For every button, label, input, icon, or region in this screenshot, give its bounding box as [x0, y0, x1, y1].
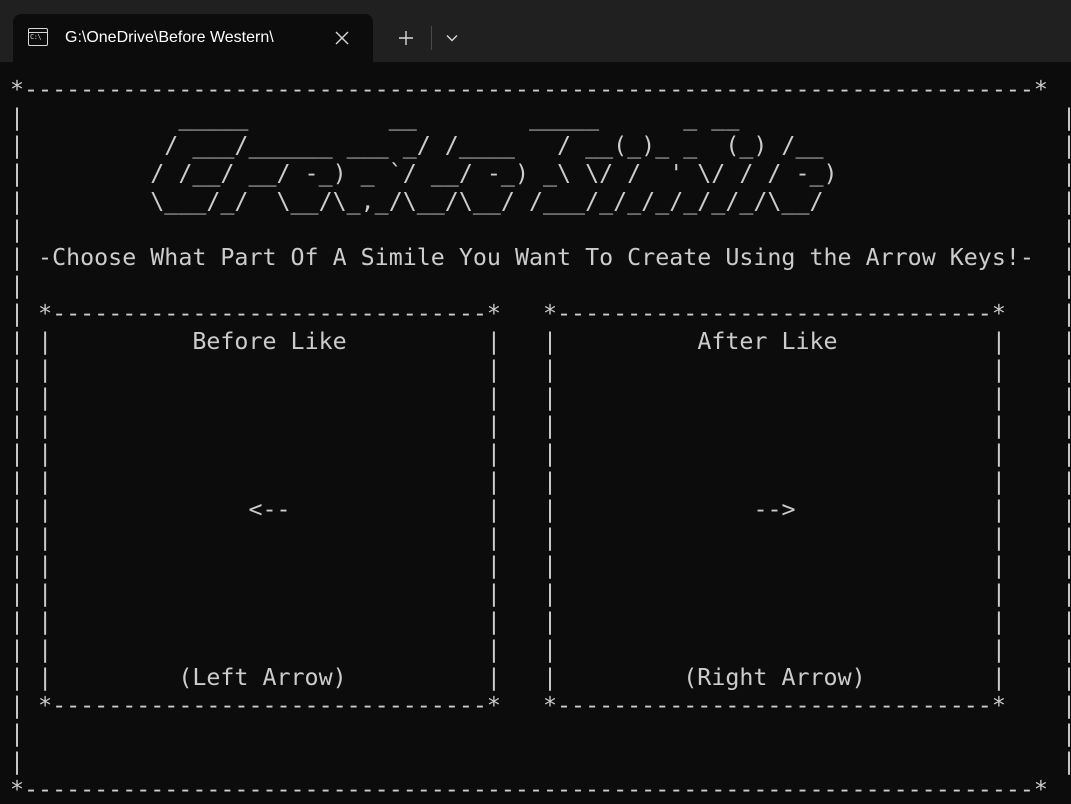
close-icon[interactable] — [329, 25, 355, 51]
tab-separator — [431, 26, 432, 50]
terminal-line: | | Before Like | | After Like | | — [10, 328, 1071, 355]
terminal-screen: *---------------------------------------… — [10, 76, 1071, 804]
terminal-line: | | — [10, 720, 1071, 747]
terminal-line: *---------------------------------------… — [10, 776, 1048, 803]
logo-line: \___/_/ \__/\_,_/\__/\__/ /___/_/_/_/_/_… — [24, 188, 1062, 215]
terminal-line: *---------------------------------------… — [10, 76, 1048, 103]
terminal-line: | | — [10, 748, 1071, 775]
logo-line: / ___/______ ___ _/ /____ / __(_)_ _ (_)… — [24, 132, 1062, 159]
chevron-down-icon[interactable] — [437, 22, 467, 54]
terminal-line: | | | | | | — [10, 580, 1071, 607]
after-like-title: After Like — [697, 328, 838, 355]
logo-line: / /__/ __/ -_) _ `/ __/ -_) _\ \/ / ' \/… — [24, 160, 1062, 187]
terminal-line: | | | | | | — [10, 356, 1071, 383]
terminal-line: | | — [10, 272, 1071, 299]
terminal-icon: C:\ — [28, 28, 48, 46]
terminal-line: | | | | | | — [10, 384, 1071, 411]
terminal-line: | *-------------------------------* *---… — [10, 300, 1071, 327]
terminal-line: | | | | | | — [10, 440, 1071, 467]
plus-icon[interactable] — [390, 22, 422, 54]
terminal-tab[interactable]: C:\ G:\OneDrive\Before Western\ — [13, 14, 373, 62]
terminal-line: | | | | | | — [10, 412, 1071, 439]
left-arrow-hint: (Left Arrow) — [178, 664, 347, 691]
outer-border-bottom: *---------------------------------------… — [10, 776, 1048, 803]
title-bar: C:\ G:\OneDrive\Before Western\ — [0, 0, 1071, 62]
logo-line: _____ __ _____ _ __ — [24, 104, 1062, 131]
left-arrow-indicator: <-- — [248, 496, 291, 523]
instruction-text: -Choose What Part Of A Simile You Want T… — [24, 244, 1062, 271]
terminal-line: | -Choose What Part Of A Simile You Want… — [10, 244, 1071, 271]
terminal-line: | | | | | | — [10, 468, 1071, 495]
terminal-line: | *-------------------------------* *---… — [10, 692, 1071, 719]
terminal-line: | _____ __ _____ _ __ | — [10, 104, 1071, 131]
terminal-icon-glyph: C:\ — [30, 33, 42, 41]
outer-border-top: *---------------------------------------… — [10, 76, 1048, 103]
terminal-line: | | | | | | — [10, 636, 1071, 663]
before-like-title: Before Like — [192, 328, 347, 355]
terminal-line: | \___/_/ \__/\_,_/\__/\__/ /___/_/_/_/_… — [10, 188, 1071, 215]
terminal-line: | | (Left Arrow) | | (Right Arrow) | | — [10, 664, 1071, 691]
terminal-line: | | <-- | | --> | | — [10, 496, 1071, 523]
tab-title: G:\OneDrive\Before Western\ — [65, 29, 274, 46]
terminal-line: | | | | | | — [10, 608, 1071, 635]
terminal-output[interactable]: *---------------------------------------… — [0, 62, 1071, 804]
right-arrow-indicator: --> — [753, 496, 796, 523]
terminal-line: | | | | | | — [10, 552, 1071, 579]
right-arrow-hint: (Right Arrow) — [683, 664, 866, 691]
terminal-line: | / /__/ __/ -_) _ `/ __/ -_) _\ \/ / ' … — [10, 160, 1071, 187]
terminal-line: | | | | | | — [10, 524, 1071, 551]
terminal-line: | | — [10, 216, 1071, 243]
terminal-line: | / ___/______ ___ _/ /____ / __(_)_ _ (… — [10, 132, 1071, 159]
